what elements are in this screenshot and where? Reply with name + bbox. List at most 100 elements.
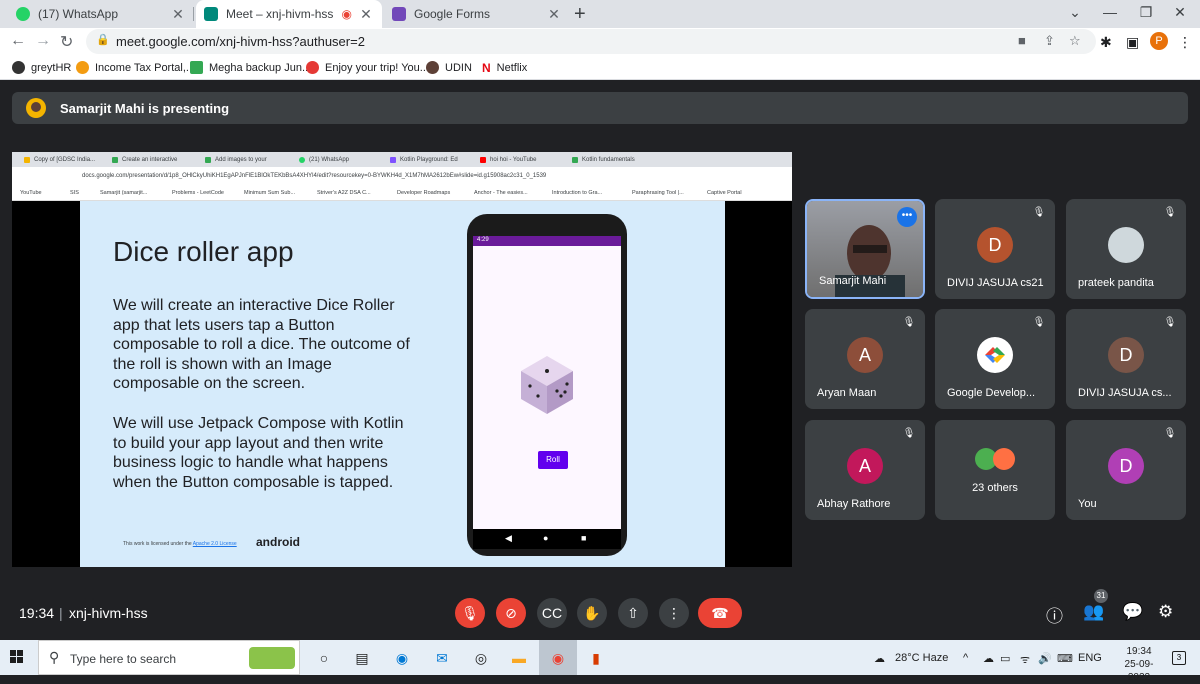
office-icon[interactable]: ▮ xyxy=(586,648,606,668)
windows-start-icon[interactable] xyxy=(10,650,24,664)
edge-icon[interactable]: ◉ xyxy=(392,648,412,668)
more-options-icon[interactable]: ••• xyxy=(897,207,917,227)
more-options-button[interactable]: ⋮ xyxy=(659,598,689,628)
participant-name: DIVIJ JASUJA cs21 xyxy=(947,277,1044,289)
shared-tab-strip: Copy of [GDSC India... Create an interac… xyxy=(12,152,792,167)
share-icon[interactable]: ⇪ xyxy=(1044,33,1055,49)
forward-icon[interactable]: → xyxy=(35,32,51,50)
participant-tile[interactable]: 🎙 D DIVIJ JASUJA cs... xyxy=(1066,309,1186,409)
participant-name: Abhay Rathore xyxy=(817,498,891,510)
tab-google-forms[interactable]: Google Forms ✕ xyxy=(384,0,570,28)
profile-avatar[interactable]: P xyxy=(1150,32,1168,50)
people-count-badge: 31 xyxy=(1094,589,1108,603)
presentation-slide: Dice roller app We will create an intera… xyxy=(80,201,725,567)
google-meet-icon xyxy=(204,7,218,21)
tab-label: (17) WhatsApp xyxy=(38,7,119,21)
file-explorer-icon[interactable]: ▬ xyxy=(509,648,529,668)
close-icon[interactable]: ✕ xyxy=(358,6,374,23)
nav-back-icon: ◀ xyxy=(505,533,512,543)
taskbar-search[interactable]: ⚲ Type here to search xyxy=(38,640,300,675)
tab-whatsapp[interactable]: (17) WhatsApp ✕ xyxy=(8,0,194,28)
leave-call-button[interactable]: ☎ xyxy=(698,598,742,628)
notification-center-icon[interactable]: 3 xyxy=(1172,651,1186,665)
bookmark-greythr[interactable]: greytHR xyxy=(12,61,71,74)
volume-icon[interactable]: 🔊 xyxy=(1038,652,1052,665)
close-icon[interactable]: ✕ xyxy=(546,6,562,23)
meeting-controls-bar: 19:34 | xnj-hivm-hss 🎙 ⊘ CC ✋ ⇧ ⋮ ☎ ⓘ 👥 … xyxy=(0,589,1200,640)
captions-button[interactable]: CC xyxy=(537,598,567,628)
mic-off-icon: 🎙 xyxy=(1163,207,1177,218)
participant-tile[interactable]: 🎙 A Abhay Rathore xyxy=(805,420,925,520)
shared-address-bar: docs.google.com/presentation/d/1p8_OHlCk… xyxy=(12,167,792,187)
weather-text[interactable]: 28°C Haze xyxy=(895,652,948,664)
close-icon[interactable]: ✕ xyxy=(170,6,186,23)
omnibox[interactable]: 🔒 meet.google.com/xnj-hivm-hss?authuser=… xyxy=(86,29,1096,54)
app-icon[interactable]: ◎ xyxy=(471,648,491,668)
participant-tile-self[interactable]: 🎙 D You xyxy=(1066,420,1186,520)
shared-screen[interactable]: Copy of [GDSC India... Create an interac… xyxy=(12,152,792,567)
participant-name: Samarjit Mahi xyxy=(819,275,887,287)
tab-search-icon[interactable]: ⌄ xyxy=(1065,4,1085,21)
mic-off-icon: 🎙 xyxy=(902,428,916,439)
participant-tile[interactable]: ••• Samarjit Mahi xyxy=(805,199,925,299)
keyboard-icon[interactable]: ⌨ xyxy=(1057,652,1073,665)
battery-icon[interactable]: ▭ xyxy=(1000,652,1010,665)
reload-icon[interactable]: ↻ xyxy=(60,32,73,52)
avatar: D xyxy=(1108,337,1144,373)
minimize-icon[interactable]: — xyxy=(1100,4,1120,20)
chrome-icon[interactable]: ◉ xyxy=(548,648,568,668)
back-icon[interactable]: ← xyxy=(10,32,26,50)
show-hidden-icons[interactable]: ^ xyxy=(963,652,968,664)
camera-off-button[interactable]: ⊘ xyxy=(496,598,526,628)
weather-icon[interactable]: ☁ xyxy=(874,652,885,665)
avatar-photo xyxy=(1108,227,1144,263)
presenting-banner: Samarjit Mahi is presenting xyxy=(12,92,1188,124)
participant-tile[interactable]: 🎙 prateek pandita xyxy=(1066,199,1186,299)
mic-off-icon: 🎙 xyxy=(1032,207,1046,218)
slide-footer: This work is licensed under the Apache 2… xyxy=(123,541,237,547)
wifi-icon[interactable]: ᯤ xyxy=(1020,652,1030,667)
bookmark-income-tax[interactable]: Income Tax Portal,... xyxy=(76,61,195,74)
present-now-button[interactable]: ⇧ xyxy=(618,598,648,628)
camera-icon[interactable]: ■ xyxy=(1018,33,1026,48)
participant-tile[interactable]: 🎙 A Aryan Maan xyxy=(805,309,925,409)
tab-label: Google Forms xyxy=(414,7,491,21)
chat-icon[interactable]: 💬 xyxy=(1122,602,1143,622)
onedrive-icon[interactable]: ☁ xyxy=(983,652,994,665)
bookmark-udin[interactable]: UDIN xyxy=(426,61,472,74)
task-view-icon[interactable]: ▤ xyxy=(352,648,372,668)
people-icon[interactable]: 👥 xyxy=(1083,602,1104,622)
slide-paragraph: We will create an interactive Dice Rolle… xyxy=(113,297,410,392)
participant-name: Aryan Maan xyxy=(817,387,877,399)
activities-icon[interactable]: ⚙ xyxy=(1158,602,1173,622)
shared-tab: Copy of [GDSC India... xyxy=(24,154,95,166)
menu-icon[interactable]: ⋮ xyxy=(1178,34,1192,51)
mic-off-button[interactable]: 🎙 xyxy=(455,598,485,628)
phone-screen: Roll xyxy=(473,236,621,536)
bookmark-star-icon[interactable]: ☆ xyxy=(1069,33,1081,49)
extensions-icon[interactable]: ✱ xyxy=(1100,34,1112,51)
bookmark-megha-backup[interactable]: Megha backup Jun... xyxy=(190,61,311,74)
tab-meet[interactable]: Meet – xnj-hivm-hss ◉ ✕ xyxy=(196,0,382,28)
search-icon: ⚲ xyxy=(49,649,60,665)
others-tile[interactable]: 23 others xyxy=(935,420,1055,520)
mail-icon[interactable]: ✉ xyxy=(432,648,452,668)
language-indicator[interactable]: ENG xyxy=(1078,652,1102,664)
participant-tile[interactable]: 🎙 Google Develop... xyxy=(935,309,1055,409)
bookmark-enjoy-trip[interactable]: Enjoy your trip! You... xyxy=(306,61,429,74)
tab-label: Meet – xnj-hivm-hss xyxy=(226,7,334,21)
participant-tile[interactable]: 🎙 D DIVIJ JASUJA cs21 xyxy=(935,199,1055,299)
taskbar-clock[interactable]: 19:34 25-09-2022 xyxy=(1114,645,1164,684)
cortana-icon[interactable]: ○ xyxy=(314,648,334,668)
meeting-details-icon[interactable]: ⓘ xyxy=(1046,602,1063,627)
side-panel-icon[interactable]: ▣ xyxy=(1126,34,1139,51)
mic-off-icon: 🎙 xyxy=(1032,317,1046,328)
close-window-icon[interactable]: ✕ xyxy=(1170,4,1190,21)
bookmark-netflix[interactable]: N Netflix xyxy=(482,61,527,75)
restore-icon[interactable]: ❐ xyxy=(1136,4,1156,21)
others-count: 23 others xyxy=(972,482,1018,494)
mic-off-icon: 🎙 xyxy=(1163,428,1177,439)
divider: | xyxy=(59,605,63,621)
new-tab-button[interactable]: + xyxy=(574,3,586,26)
raise-hand-button[interactable]: ✋ xyxy=(577,598,607,628)
